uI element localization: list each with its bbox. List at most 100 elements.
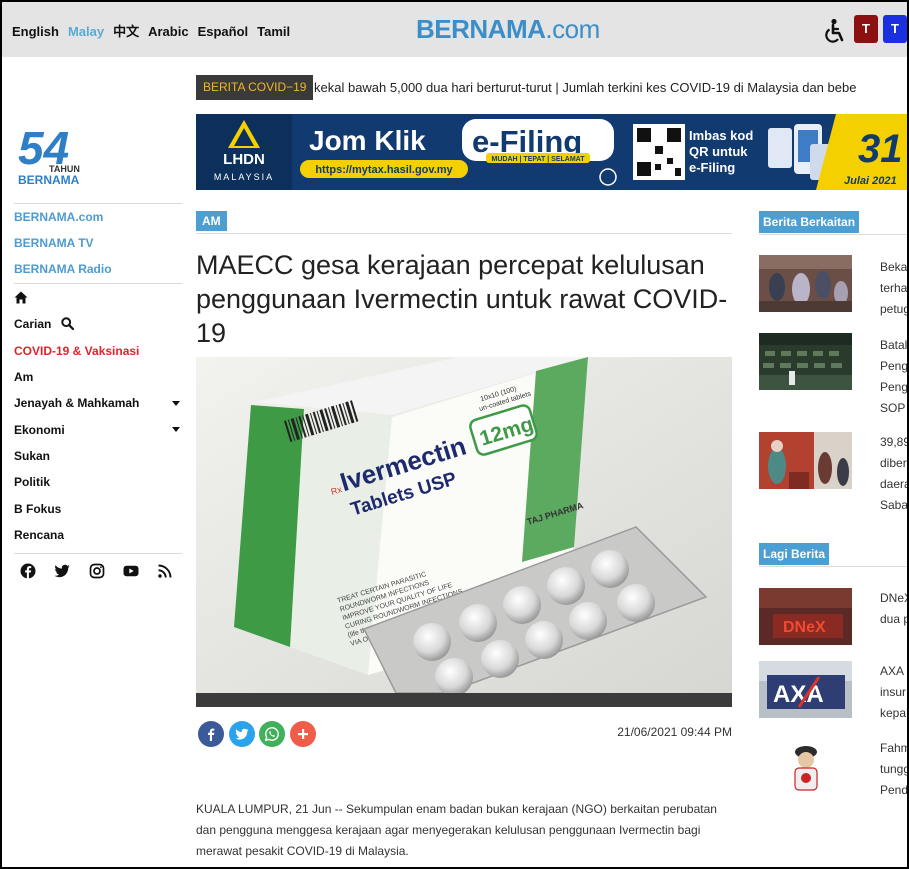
share-facebook-button[interactable] [198,721,224,747]
article-headline: MAECC gesa kerajaan percepat kelulusan p… [196,250,728,348]
facebook-icon [208,728,215,741]
brand-suffix: .com [545,14,600,44]
latest-1-line-2: dua p [880,612,909,626]
related-1-line-1: Beka [880,260,908,274]
youtube-icon[interactable] [123,563,139,579]
rss-icon[interactable] [157,563,173,579]
share-more-button[interactable] [290,721,316,747]
home-icon[interactable] [14,291,28,304]
lang-chinese[interactable]: 中文 [113,24,139,39]
banner-tagline: MUDAH | TEPAT | SELAMAT [492,156,586,163]
chevron-down-icon[interactable] [172,401,180,406]
related-thumb-2[interactable] [759,333,852,390]
related-1-line-2: terha [880,281,908,295]
banner-jom-klik: Jom Klik [309,125,426,156]
related-2-line-3: Peng [880,380,909,394]
article-date: 21/06/2021 09:44 PM [617,725,732,739]
related-3-line-1: 39,89 [880,435,909,449]
brand-name: BERNAMA [416,14,546,44]
related-teaser-2[interactable]: Batal Peng Peng SOP [880,335,909,419]
ivermectin-box-photo: Rx Ivermectin Tablets USP 12mg 10x10 (10… [196,357,732,696]
lang-malay[interactable]: Malay [68,24,104,39]
related-2-line-2: Peng [880,359,909,373]
sidebar-link-bernama-radio[interactable]: BERNAMA Radio [14,262,112,276]
latest-2-line-2: insur [880,685,907,699]
share-twitter-button[interactable] [229,721,255,747]
nav-ekonomi[interactable]: Ekonomi [14,423,65,437]
lang-arabic[interactable]: Arabic [148,24,188,39]
news-ticker[interactable]: BERITA COVID−19 kekal bawah 5,000 dua ha… [196,75,907,100]
sidebar-divider [14,283,182,284]
lagi-berita-heading: Lagi Berita [759,543,830,565]
related-thumb-1[interactable] [759,255,852,312]
sidebar-link-bernama-tv[interactable]: BERNAMA TV [14,236,94,250]
facebook-icon[interactable] [20,563,36,579]
nav-politik[interactable]: Politik [14,475,50,489]
ticker-label: BERITA COVID−19 [196,75,314,100]
wheelchair-icon[interactable] [820,18,846,44]
banner-qr: QR untuk [689,144,748,159]
latest-3-line-3: Pend [880,783,909,797]
latest-2-line-3: kepa [880,706,907,720]
section-divider [759,566,907,567]
latest-teaser-3[interactable]: Fahm tungg Pend [880,738,909,801]
search-icon[interactable] [61,317,74,330]
latest-thumb-3[interactable] [759,738,852,795]
latest-2-line-1: AXA [880,664,905,678]
twitter-icon [235,728,249,740]
latest-3-line-1: Fahm [880,741,909,755]
logo-name: BERNAMA [18,173,80,187]
photo-caption-bar [196,693,732,707]
ticker-text[interactable]: kekal bawah 5,000 dua hari berturut-turu… [314,80,856,95]
related-2-line-1: Batal [880,338,908,352]
top-bar: English Malay 中文 Arabic Español Tamil BERNAMA… [2,2,907,57]
related-3-line-4: Saba [880,498,909,512]
banner-lhdn: LHDN [223,151,265,168]
dnex-logo-text: DNeX [783,619,826,636]
nav-covid-19[interactable]: COVID-19 & Vaksinasi [14,344,139,358]
page-frame: English Malay 中文 Arabic Español Tamil BERNAMA… [0,0,909,869]
whatsapp-icon [264,727,279,742]
latest-thumb-1[interactable]: DNeX [759,588,852,645]
language-selector: English Malay 中文 Arabic Español Tamil [12,21,299,40]
nav-am[interactable]: Am [14,370,33,384]
banner-malaysia: MALAYSIA [214,172,274,182]
banner-month: Julai 2021 [844,175,897,187]
nav-rencana[interactable]: Rencana [14,528,64,542]
banner-day: 31 [858,127,903,171]
efiling-banner-ad[interactable]: LHDN MALAYSIA Jom Klik e-Filing MUDAH | … [196,114,907,190]
efiling-banner-graphic: LHDN MALAYSIA Jom Klik e-Filing MUDAH | … [196,114,907,190]
text-size-increase-button[interactable]: T [883,15,907,43]
axa-logo-text: AXA [773,681,824,708]
related-1-line-3: petug [880,302,909,316]
twitter-icon[interactable] [54,563,70,579]
related-thumb-3[interactable] [759,432,852,489]
nav-sukan[interactable]: Sukan [14,449,50,463]
article-body: KUALA LUMPUR, 21 Jun -- Sekumpulan enam … [196,802,717,858]
latest-3-line-2: tungg [880,762,909,776]
sidebar-link-bernama-com[interactable]: BERNAMA.com [14,210,103,224]
nav-carian[interactable]: Carian [14,317,51,331]
lang-english[interactable]: English [12,24,59,39]
category-badge[interactable]: AM [196,211,227,231]
berita-berkaitan-heading: Berita Berkaitan [759,211,860,233]
lang-spanish[interactable]: Español [198,24,249,39]
bernama-54-logo[interactable]: 54 TAHUN BERNAMA [16,122,100,188]
latest-thumb-2[interactable]: AXA [759,661,852,718]
text-size-decrease-button[interactable]: T [854,15,878,43]
instagram-icon[interactable] [89,563,105,579]
nav-jenayah-mahkamah[interactable]: Jenayah & Mahkamah [14,396,139,410]
category-divider [196,233,732,234]
related-teaser-1[interactable]: Beka terha petug [880,257,909,320]
share-whatsapp-button[interactable] [259,721,285,747]
related-teaser-3[interactable]: 39,89 diber daera Saba [880,432,909,516]
sidebar-divider [14,203,182,204]
latest-teaser-2[interactable]: AXA insur kepa [880,661,906,724]
nav-b-fokus[interactable]: B Fokus [14,502,61,516]
latest-teaser-1[interactable]: DNeX dua p [880,588,909,630]
lang-tamil[interactable]: Tamil [257,24,290,39]
banner-efiling-small: e-Filing [689,160,735,175]
chevron-down-icon[interactable] [172,427,180,432]
banner-imbas: Imbas kod [689,128,753,143]
site-logo[interactable]: BERNAMA.com [416,14,600,45]
